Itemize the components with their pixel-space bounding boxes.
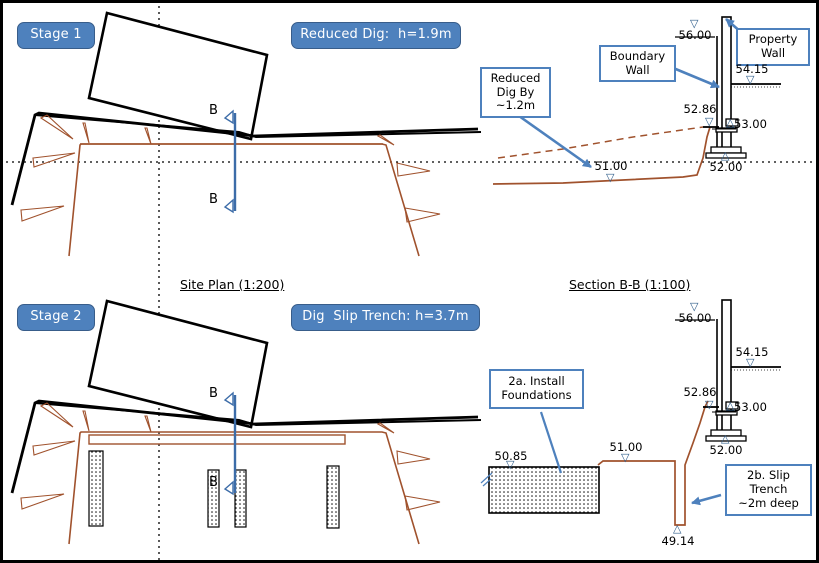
reduced-dig-leader (518, 114, 592, 169)
stage1-section-mark-bottom: B (209, 192, 218, 207)
stage1-level-56-00-marker: ▽ (690, 17, 699, 30)
foundation-pad (88, 450, 104, 527)
stage2-level-54-15-marker: ▽ (746, 356, 755, 369)
previous-dig-dashed (497, 126, 704, 159)
stage1-level-52-86: 52.86 (683, 102, 717, 116)
stage1-level-51-00-marker: ▽ (606, 171, 615, 184)
stage2-stage-badge[interactable]: Stage 2 (17, 304, 95, 331)
stage1-level-54-15-marker: ▽ (746, 73, 755, 86)
foundation-block (488, 466, 600, 514)
ground-profile (492, 126, 711, 185)
slip-trench-callout[interactable]: 2b. Slip Trench ~2m deep (725, 464, 812, 516)
stage2-level-53-00: 53.00 (734, 400, 767, 414)
stage2-level-56-00-marker: ▽ (690, 300, 699, 313)
stage1-level-52-86-marker: ▽ (705, 115, 714, 128)
stage1-title-badge[interactable]: Reduced Dig: h=1.9m (291, 22, 461, 49)
drawing-sheet: Stage 1 Reduced Dig: h=1.9m B B Reduced … (0, 0, 819, 563)
install-foundations-leader (539, 411, 563, 474)
stage2-level-52-00-marker: △ (721, 432, 730, 445)
batter-hatch-left (20, 402, 76, 510)
stage2-level-49-14: 49.14 (661, 534, 695, 548)
stage2-level-52-00: 52.00 (709, 443, 743, 457)
batter-hatch-top (82, 410, 152, 433)
stage2-section-mark-top: B (209, 386, 218, 401)
stage1-site-plan (10, 11, 482, 257)
stage1-level-52-00: 52.00 (709, 160, 743, 174)
stage1-level-53-00: 53.00 (734, 117, 767, 131)
excavation-edge (68, 143, 420, 257)
batter-hatch-left (20, 114, 76, 222)
stage1-section-mark-top: B (209, 103, 218, 118)
slip-trench-leader (691, 493, 722, 506)
site-plan-title: Site Plan (1:200) (180, 277, 285, 292)
reduced-dig-callout[interactable]: Reduced Dig By ~1.2m (480, 67, 551, 118)
stage2-level-51-00-marker: ▽ (621, 451, 630, 464)
foundation-pad (326, 465, 340, 529)
stage1-level-56-00: 56.00 (678, 28, 712, 42)
foundation-pad (234, 469, 247, 528)
stage1-level-52-00-marker: △ (721, 149, 730, 162)
stage2-site-plan (10, 299, 482, 545)
stage1-level-53-00-marker: △ (726, 116, 735, 129)
install-foundations-callout[interactable]: 2a. Install Foundations (489, 369, 584, 409)
stage2-level-50-85-marker: ▽ (506, 458, 515, 471)
stage2-level-53-00-marker: △ (726, 399, 735, 412)
drawing-canvas (6, 6, 816, 560)
ground-profile (597, 400, 709, 526)
stage1-stage-badge[interactable]: Stage 1 (17, 22, 95, 49)
stage2-level-49-14-marker: △ (673, 522, 682, 535)
stage2-level-52-86: 52.86 (683, 385, 717, 399)
stage2-section-mark-bottom: B (209, 475, 218, 490)
property-wall-callout[interactable]: Property Wall (736, 28, 810, 66)
stage2-level-56-00: 56.00 (678, 311, 712, 325)
section-bb-title: Section B-B (1:100) (569, 277, 691, 292)
property-wall (716, 16, 732, 158)
slip-trench-strip (88, 434, 346, 445)
stage2-title-badge[interactable]: Dig Slip Trench: h=3.7m (291, 304, 480, 331)
boundary-wall-callout[interactable]: Boundary Wall (599, 45, 676, 82)
batter-hatch-top (82, 122, 152, 145)
property-wall (716, 299, 732, 441)
stage2-level-52-86-marker: ▽ (705, 398, 714, 411)
